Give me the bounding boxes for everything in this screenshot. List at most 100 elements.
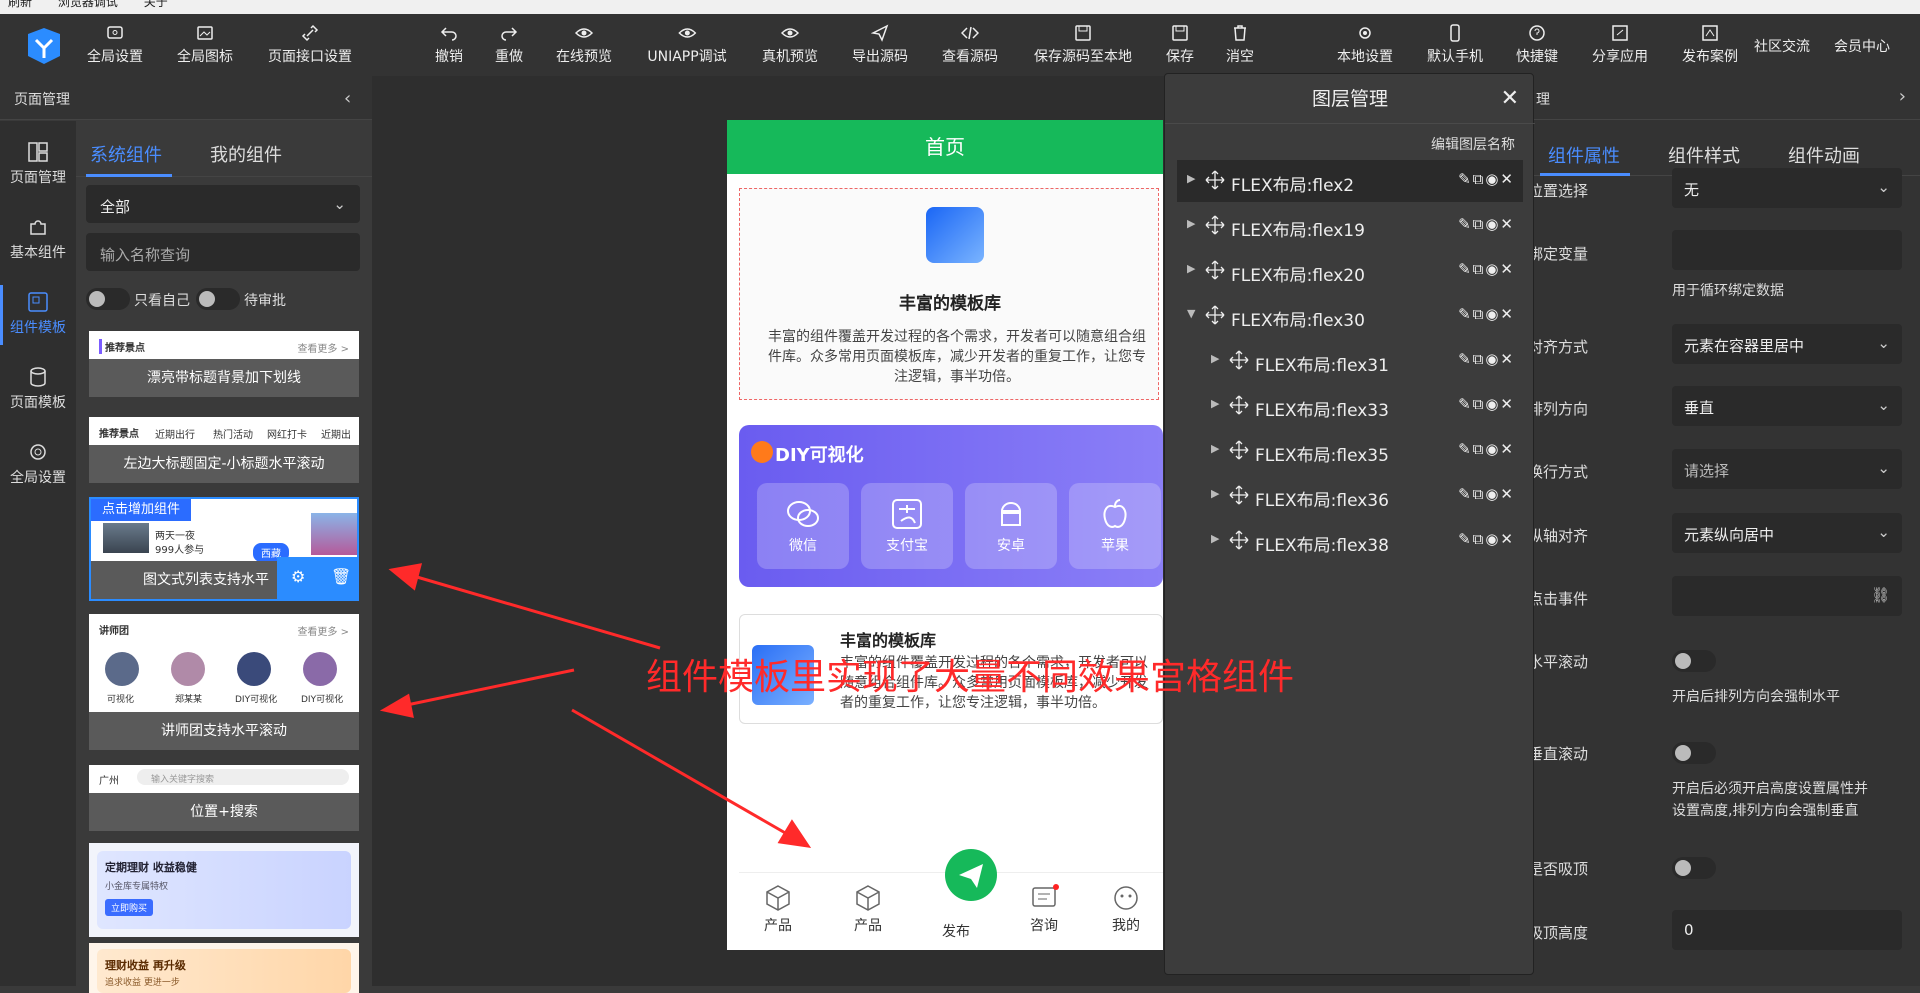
- layer-row[interactable]: ▼ FLEX布局:flex30 ✎⧉◉✕: [1177, 295, 1523, 337]
- tab-mine[interactable]: 我的: [1091, 883, 1161, 935]
- tab-component-props[interactable]: 组件属性: [1548, 142, 1620, 168]
- search-input[interactable]: 输入名称查询: [86, 233, 360, 271]
- move-icon[interactable]: [1205, 260, 1225, 280]
- device-preview-button[interactable]: 真机预览: [762, 24, 818, 66]
- template-card[interactable]: 推荐景点 查看更多 > 漂亮带标题背景加下划线: [89, 331, 359, 397]
- gear-icon[interactable]: ⚙: [291, 567, 305, 586]
- move-icon[interactable]: [1205, 305, 1225, 325]
- vscroll-toggle[interactable]: [1672, 742, 1716, 764]
- add-component-badge[interactable]: 点击增加组件: [91, 499, 191, 521]
- tile-android[interactable]: 安卓: [965, 483, 1057, 569]
- global-settings-button[interactable]: 全局设置: [87, 24, 143, 66]
- move-icon[interactable]: [1229, 440, 1249, 460]
- tab-consult[interactable]: 咨询: [1009, 883, 1079, 935]
- move-icon[interactable]: [1205, 170, 1225, 190]
- layer-row[interactable]: ▶ FLEX布局:flex20 ✎⧉◉✕: [1177, 250, 1523, 292]
- caret-right-icon[interactable]: ▶: [1187, 217, 1195, 230]
- position-select[interactable]: 无 ⌄: [1672, 168, 1902, 208]
- move-icon[interactable]: [1229, 350, 1249, 370]
- direction-select[interactable]: 垂直 ⌄: [1672, 386, 1902, 426]
- member-center-link[interactable]: 会员中心: [1834, 36, 1890, 56]
- bind-variable-input[interactable]: [1672, 230, 1902, 270]
- caret-right-icon[interactable]: ▶: [1187, 262, 1195, 275]
- caret-right-icon[interactable]: ▶: [1211, 352, 1219, 365]
- trash-icon[interactable]: 🗑: [331, 567, 351, 586]
- feature-block[interactable]: 丰富的模板库 丰富的组件覆盖开发过程的各个需求，开发者可以随意组合组件库。众多常…: [739, 188, 1159, 400]
- template-card-selected[interactable]: 点击增加组件 两天一夜 999人参与 西藏 图文式列表支持水平 ⚙ 🗑: [89, 497, 359, 601]
- caret-right-icon[interactable]: ▶: [1187, 172, 1195, 185]
- menu-browser-debug[interactable]: 浏览器调试: [58, 0, 118, 8]
- share-app-button[interactable]: 分享应用: [1592, 24, 1648, 66]
- layer-row[interactable]: ▶ FLEX布局:flex19 ✎⧉◉✕: [1177, 205, 1523, 247]
- layer-row[interactable]: ▶ FLEX布局:flex33 ✎⧉◉✕: [1177, 385, 1523, 427]
- layer-actions[interactable]: ✎⧉◉✕: [1458, 215, 1515, 233]
- tab-product[interactable]: 产品: [833, 883, 903, 935]
- move-icon[interactable]: [1229, 395, 1249, 415]
- caret-right-icon[interactable]: ▶: [1211, 487, 1219, 500]
- align-select[interactable]: 元素在容器里居中 ⌄: [1672, 324, 1902, 364]
- undo-button[interactable]: 撤销: [435, 24, 463, 66]
- nav-page-manage[interactable]: 页面管理: [0, 141, 76, 187]
- layer-row[interactable]: ▶ FLEX布局:flex31 ✎⧉◉✕: [1177, 340, 1523, 382]
- layer-actions[interactable]: ✎⧉◉✕: [1458, 530, 1515, 548]
- local-settings-button[interactable]: 本地设置: [1337, 24, 1393, 66]
- redo-button[interactable]: 重做: [495, 24, 523, 66]
- template-card[interactable]: 讲师团 查看更多 > 可视化 郑某某 DIY可视化 DIY可视化 讲师团支持水平…: [89, 614, 359, 750]
- shortcuts-button[interactable]: 快捷键: [1516, 24, 1558, 66]
- export-source-button[interactable]: 导出源码: [852, 24, 908, 66]
- template-card[interactable]: 推荐景点 近期出行 热门活动 网红打卡 近期出 左边大标题固定-小标题水平滚动: [89, 417, 359, 483]
- caret-right-icon[interactable]: ▶: [1211, 532, 1219, 545]
- sticky-height-input[interactable]: 0: [1672, 910, 1902, 950]
- wrap-select[interactable]: 请选择 ⌄: [1672, 449, 1902, 489]
- view-source-button[interactable]: 查看源码: [942, 24, 998, 66]
- layer-actions[interactable]: ✎⧉◉✕: [1458, 440, 1515, 458]
- layer-actions[interactable]: ✎⧉◉✕: [1458, 350, 1515, 368]
- clear-button[interactable]: 消空: [1226, 24, 1254, 66]
- menu-about[interactable]: 关于: [144, 0, 168, 8]
- category-select[interactable]: 全部 ⌄: [86, 185, 360, 223]
- layer-row[interactable]: ▶ FLEX布局:flex35 ✎⧉◉✕: [1177, 430, 1523, 472]
- layer-actions[interactable]: ✎⧉◉✕: [1458, 485, 1515, 503]
- nav-global-settings[interactable]: 全局设置: [0, 441, 76, 487]
- uniapp-debug-button[interactable]: UNIAPP调试: [647, 24, 727, 66]
- caret-right-icon[interactable]: ▶: [1211, 442, 1219, 455]
- close-icon[interactable]: ✕: [1501, 86, 1519, 111]
- save-button[interactable]: 保存: [1166, 24, 1194, 66]
- caret-down-icon[interactable]: ▼: [1187, 307, 1195, 320]
- tile-apple[interactable]: 苹果: [1069, 483, 1161, 569]
- tab-my-components[interactable]: 我的组件: [210, 141, 282, 167]
- layer-actions[interactable]: ✎⧉◉✕: [1458, 305, 1515, 323]
- tab-product[interactable]: 产品: [743, 883, 813, 935]
- layer-actions[interactable]: ✎⧉◉✕: [1458, 170, 1515, 188]
- cross-align-select[interactable]: 元素纵向居中 ⌄: [1672, 513, 1902, 553]
- page-api-settings-button[interactable]: 页面接口设置: [268, 24, 352, 66]
- collapse-left-icon[interactable]: ‹: [344, 88, 351, 109]
- diy-block[interactable]: DIY可视化 微信 支付宝 安卓 苹果: [739, 425, 1163, 587]
- layer-actions[interactable]: ✎⧉◉✕: [1458, 260, 1515, 278]
- nav-component-templates[interactable]: 组件模板: [0, 285, 76, 345]
- default-phone-button[interactable]: 默认手机: [1427, 24, 1483, 66]
- tile-alipay[interactable]: 支付宝: [861, 483, 953, 569]
- move-icon[interactable]: [1229, 530, 1249, 550]
- pending-toggle[interactable]: [196, 288, 240, 310]
- caret-right-icon[interactable]: ▶: [1211, 397, 1219, 410]
- template-card[interactable]: 定期理财 收益稳健 小金库专属特权 立即购买: [89, 843, 359, 937]
- save-source-local-button[interactable]: 保存源码至本地: [1034, 24, 1132, 66]
- tile-wechat[interactable]: 微信: [757, 483, 849, 569]
- sticky-toggle[interactable]: [1672, 857, 1716, 879]
- click-event-input[interactable]: ⛓: [1672, 576, 1902, 616]
- only-mine-toggle[interactable]: [86, 288, 130, 310]
- nav-page-templates[interactable]: 页面模板: [0, 366, 76, 412]
- global-icons-button[interactable]: 全局图标: [177, 24, 233, 66]
- publish-case-button[interactable]: 发布案例: [1682, 24, 1738, 66]
- link-icon[interactable]: ⛓: [1871, 586, 1890, 604]
- collapse-right-icon[interactable]: ›: [1899, 86, 1906, 107]
- publish-fab[interactable]: [945, 849, 997, 901]
- move-icon[interactable]: [1205, 215, 1225, 235]
- layer-actions[interactable]: ✎⧉◉✕: [1458, 395, 1515, 413]
- tab-component-style[interactable]: 组件样式: [1668, 142, 1740, 168]
- layer-row[interactable]: ▶ FLEX布局:flex36 ✎⧉◉✕: [1177, 475, 1523, 517]
- nav-basic-components[interactable]: 基本组件: [0, 216, 76, 262]
- online-preview-button[interactable]: 在线预览: [556, 24, 612, 66]
- community-link[interactable]: 社区交流: [1754, 36, 1810, 56]
